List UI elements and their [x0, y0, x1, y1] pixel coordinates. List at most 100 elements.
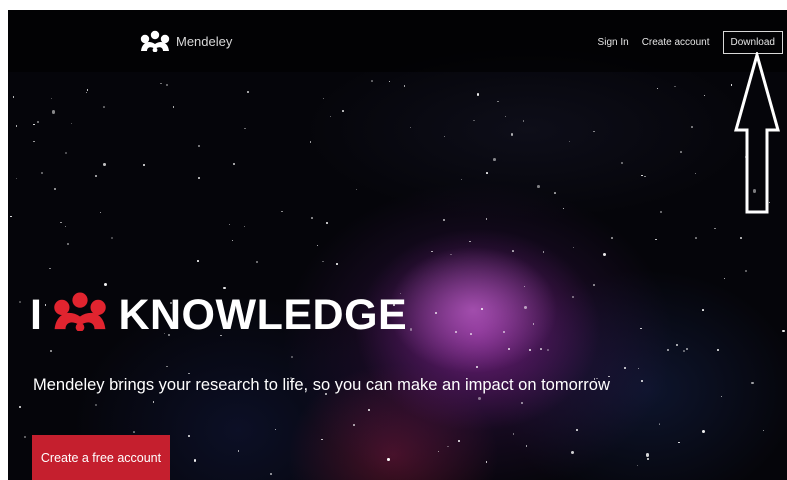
star	[571, 295, 574, 299]
star	[231, 240, 234, 242]
star	[714, 227, 716, 230]
star	[94, 403, 97, 406]
star	[41, 171, 44, 174]
star	[275, 428, 277, 430]
star	[575, 429, 578, 432]
star	[685, 347, 688, 350]
star	[387, 458, 391, 461]
star	[695, 172, 697, 175]
star	[437, 450, 440, 453]
star	[473, 119, 476, 122]
star	[281, 210, 283, 213]
page-frame: Mendeley Sign In Create account Download…	[8, 10, 787, 480]
star	[188, 435, 190, 437]
star	[152, 400, 155, 403]
star	[520, 402, 523, 405]
star	[355, 188, 358, 191]
star	[660, 211, 662, 213]
star	[525, 445, 527, 447]
star	[443, 218, 446, 221]
star	[532, 323, 535, 325]
star	[309, 141, 312, 143]
hero-subtitle: Mendeley brings your research to life, s…	[33, 376, 610, 394]
star	[353, 424, 355, 427]
star	[102, 106, 105, 108]
star	[16, 178, 18, 180]
hero-title-prefix: I	[30, 290, 43, 339]
star	[554, 192, 556, 194]
star	[674, 85, 676, 88]
star	[716, 348, 719, 352]
star	[325, 221, 328, 224]
star	[342, 109, 345, 112]
star	[470, 333, 472, 336]
star	[477, 93, 480, 96]
star	[409, 127, 411, 129]
mendeley-logo-icon	[54, 292, 107, 332]
star	[524, 286, 526, 288]
star	[188, 372, 190, 375]
star	[65, 225, 67, 228]
star	[330, 116, 332, 118]
star	[701, 429, 706, 433]
star	[739, 236, 742, 239]
star	[703, 94, 706, 97]
star	[317, 244, 319, 246]
star	[656, 88, 658, 90]
star	[166, 83, 169, 86]
star	[290, 356, 293, 359]
star	[409, 328, 412, 331]
star	[646, 453, 650, 457]
star	[510, 133, 513, 136]
star	[593, 130, 595, 133]
star	[389, 81, 391, 83]
star	[165, 365, 168, 368]
star	[476, 365, 479, 368]
star	[49, 268, 51, 270]
brand-name: Mendeley	[176, 33, 233, 49]
create-free-account-button[interactable]: Create a free account	[32, 435, 170, 480]
star	[172, 106, 175, 108]
up-arrow-icon	[734, 52, 780, 214]
star	[447, 445, 449, 448]
star	[132, 431, 135, 434]
star	[529, 349, 532, 352]
star	[730, 84, 733, 87]
brand-link[interactable]: Mendeley	[139, 30, 232, 52]
star	[322, 97, 324, 99]
star	[540, 348, 543, 351]
hero-title: I KNOWLEDGE	[30, 291, 407, 339]
star	[246, 91, 250, 94]
star	[450, 253, 452, 256]
star	[478, 397, 482, 401]
star	[244, 127, 246, 130]
star	[562, 208, 565, 210]
star	[103, 282, 107, 286]
star	[322, 260, 325, 263]
download-button[interactable]: Download	[722, 31, 783, 54]
star	[33, 123, 36, 126]
star	[255, 261, 258, 264]
star	[695, 237, 698, 240]
create-account-link[interactable]: Create account	[642, 37, 710, 48]
star	[678, 441, 681, 444]
star	[537, 185, 541, 189]
star	[611, 236, 613, 239]
star	[50, 97, 53, 99]
star	[233, 163, 236, 166]
star	[336, 263, 338, 266]
star	[571, 450, 575, 454]
star	[469, 240, 471, 243]
star	[666, 348, 669, 351]
star	[198, 176, 201, 179]
star	[24, 435, 27, 438]
star	[110, 236, 113, 239]
star	[621, 161, 624, 164]
hero-title-word: KNOWLEDGE	[118, 290, 408, 339]
star	[64, 151, 67, 154]
star	[85, 91, 87, 93]
sign-in-link[interactable]: Sign In	[598, 37, 629, 48]
star	[244, 225, 246, 228]
star	[751, 382, 754, 385]
star	[724, 277, 726, 279]
